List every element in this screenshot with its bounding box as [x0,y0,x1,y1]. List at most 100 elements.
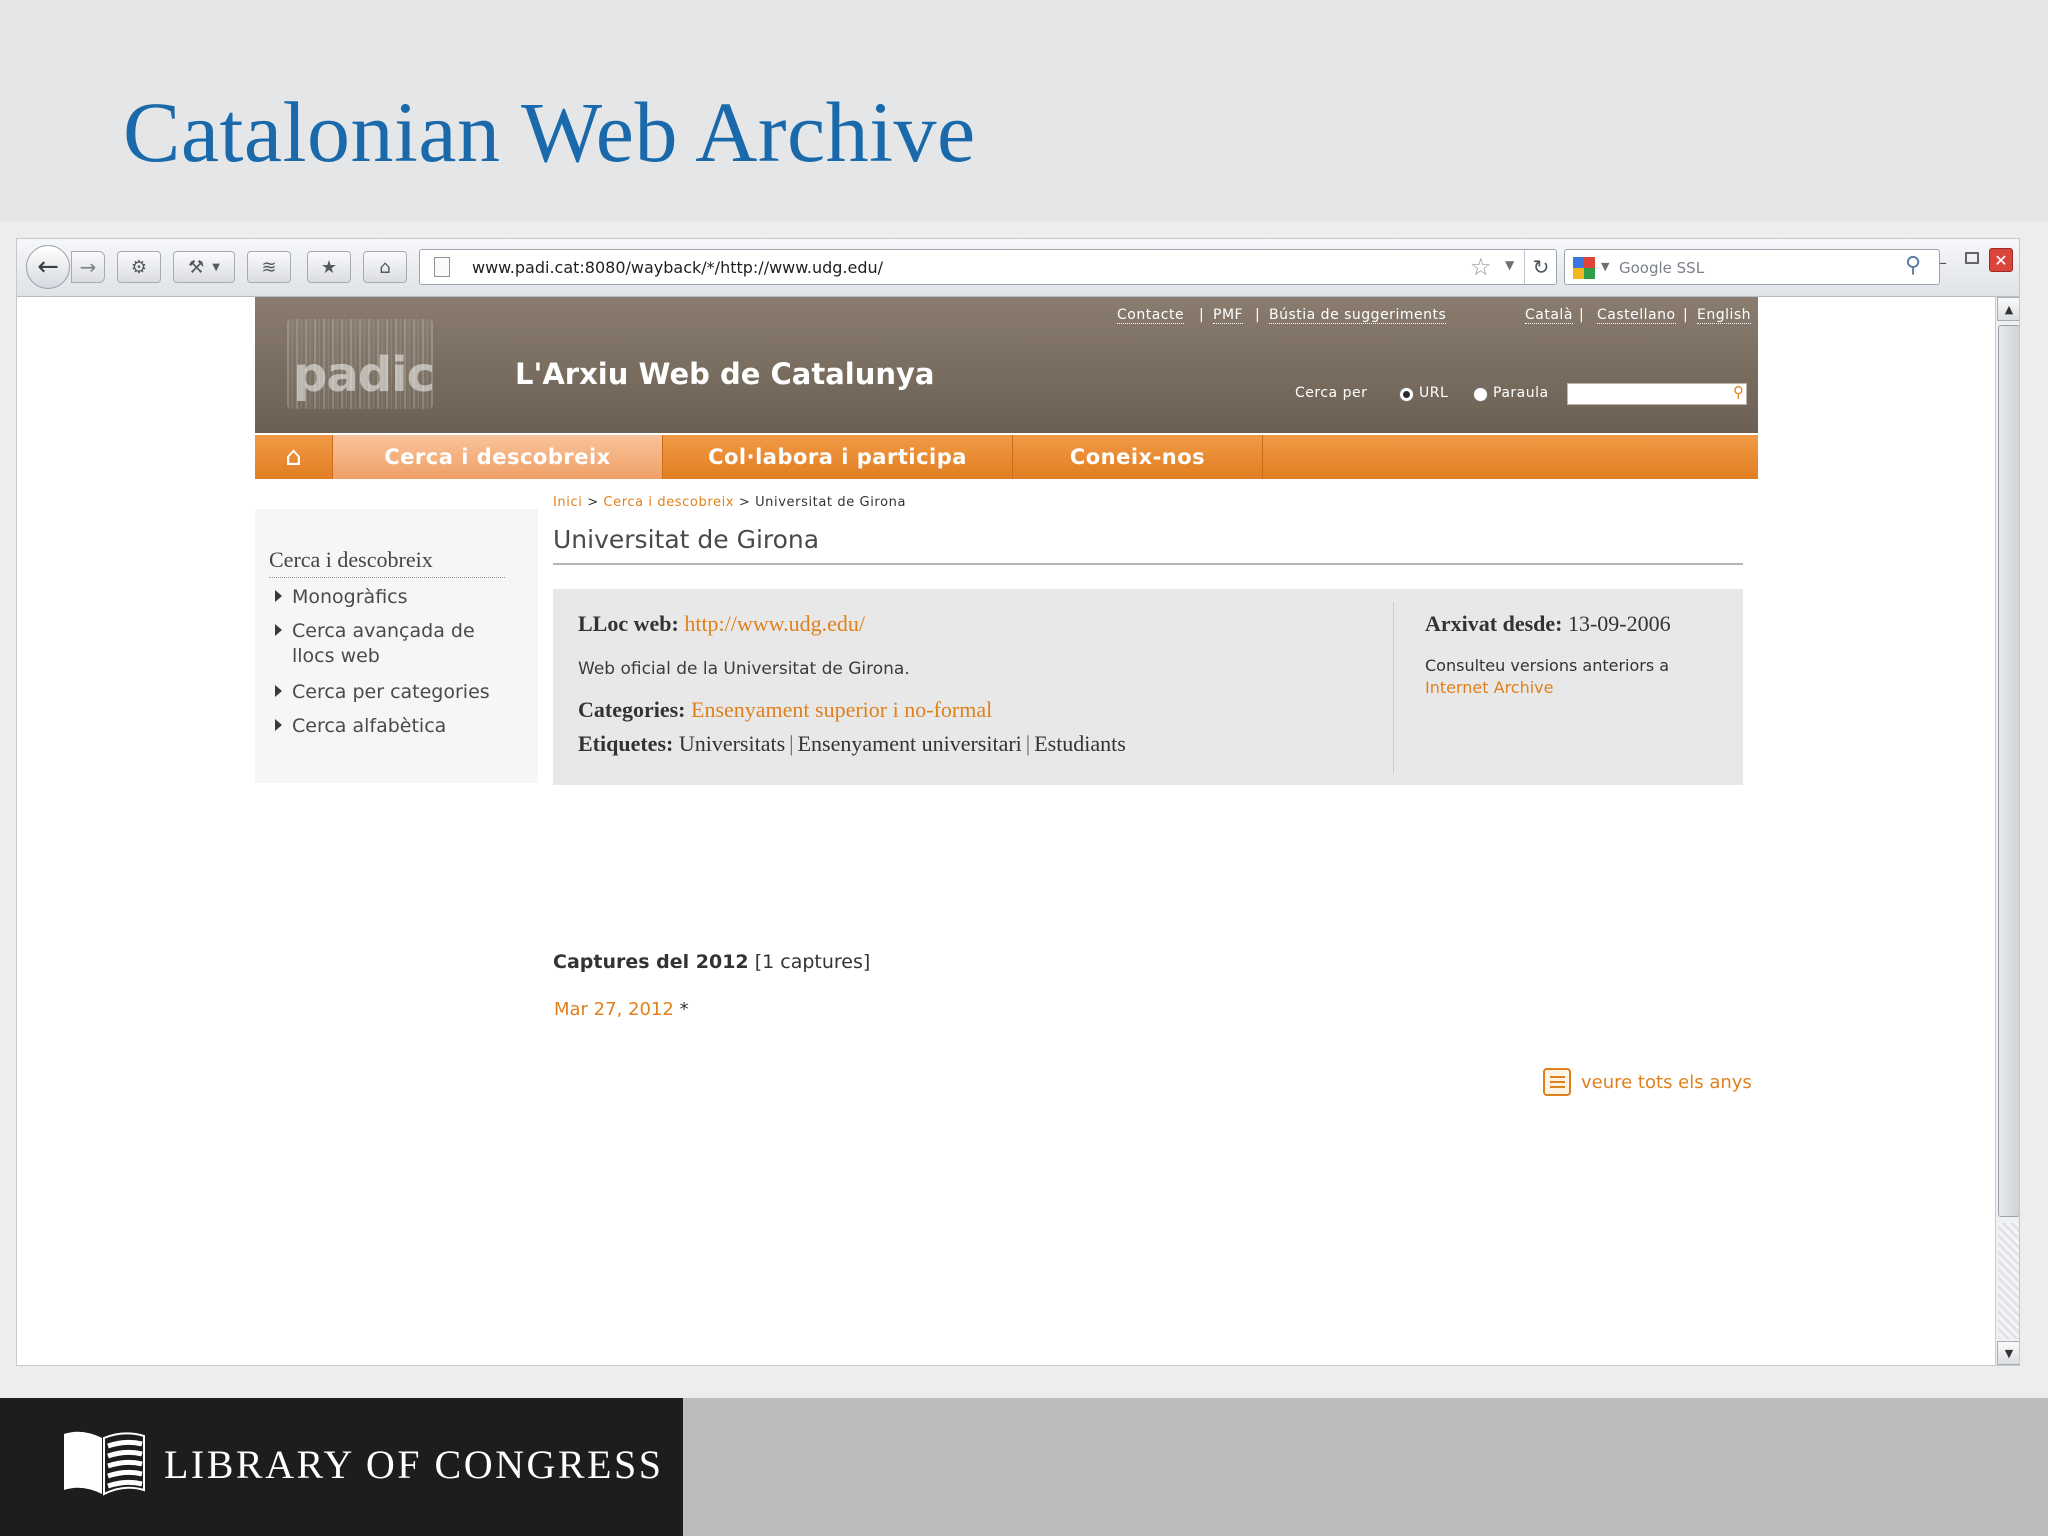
scroll-track[interactable] [1998,1223,2019,1339]
breadcrumb-current: Universitat de Girona [755,495,907,510]
minimize-button[interactable]: – [1939,253,1947,272]
site-search-icon[interactable]: ⚲ [1733,383,1744,401]
back-button[interactable]: ← [26,245,70,289]
tag-link[interactable]: Universitats [679,731,785,756]
breadcrumb: Inici > Cerca i descobreix > Universitat… [553,495,906,510]
site-description: Web oficial de la Universitat de Girona. [578,659,910,679]
search-engine-chevron-icon[interactable]: ▼ [1601,260,1609,273]
archived-note-text: Consulteu versions anteriors a [1425,656,1670,675]
triangle-right-icon [275,685,282,697]
sidebar-item-advanced-search[interactable]: Cerca avançada de llocs web [275,619,515,669]
close-button[interactable]: ✕ [1989,248,2013,272]
lang-ca-link[interactable]: Català [1525,307,1573,324]
sidebar-item-alphabetical[interactable]: Cerca alfabètica [275,714,515,739]
util-separator: | [1683,307,1688,323]
reload-button[interactable]: ↻ [1524,250,1557,284]
capture-date-link[interactable]: Mar 27, 2012 [554,999,674,1020]
breadcrumb-separator: > [738,495,751,510]
addon-button[interactable]: ⚙ [117,251,161,283]
library-book-icon [64,1431,145,1496]
reload-icon: ↻ [1532,255,1550,279]
capture-marker: * [679,999,689,1020]
slide-title: Catalonian Web Archive [123,84,976,180]
triangle-right-icon [275,590,282,602]
url-bar[interactable]: www.padi.cat:8080/wayback/*/http://www.u… [419,249,1557,285]
scroll-up-button[interactable]: ▲ [1997,297,2019,321]
tags-line: Etiquetes: Universitats | Ensenyament univ… [578,731,1126,757]
tag-link[interactable]: Ensenyament universitari [798,731,1022,756]
site-url-line: LLoc web: http://www.udg.edu/ [578,611,865,637]
magnifier-icon[interactable]: ⚲ [1905,253,1921,278]
all-years-label: veure tots els anys [1581,1071,1752,1093]
bookmarks-button[interactable]: ★ [307,251,351,283]
chevron-down-icon: ▼ [212,261,220,273]
contact-link[interactable]: Contacte [1117,307,1185,324]
site-url-link[interactable]: http://www.udg.edu/ [684,611,865,636]
site-label: LLoc web: [578,611,679,636]
page-icon [434,257,450,277]
sidebar-item-label: Cerca alfabètica [292,715,447,737]
search-placeholder[interactable]: Google SSL [1619,259,1704,277]
radio-url[interactable] [1399,387,1414,402]
padicat-logo[interactable]: padicat [287,319,433,409]
sidebar-item-categories[interactable]: Cerca per categories [275,680,515,705]
arrow-right-icon: → [79,255,97,279]
sidebar-title: Cerca i descobreix [269,547,433,572]
tag-separator: | [1025,731,1031,756]
capture-entry: Mar 27, 2012 * [554,999,689,1020]
menu-home-button[interactable]: ⌂ [255,435,333,479]
footer-right-panel [683,1398,2048,1536]
tags-label: Etiquetes: [578,731,674,756]
rss-button[interactable]: ≋ [247,251,291,283]
vertical-scrollbar[interactable]: ▲ ▼ [1995,297,2019,1365]
restore-button[interactable] [1965,252,1979,264]
tools-dropdown-button[interactable]: ⚒ ▼ [173,251,235,283]
sidebar-item-monographics[interactable]: Monogràfics [275,585,515,610]
triangle-down-icon: ▼ [2004,1346,2014,1360]
home-icon: ⌂ [285,442,302,472]
breadcrumb-home-link[interactable]: Inici [553,495,582,510]
forward-button[interactable]: → [71,251,105,283]
internet-archive-link[interactable]: Internet Archive [1425,678,1553,697]
util-separator: | [1579,307,1584,323]
menu-item-search[interactable]: Cerca i descobreix [333,435,663,479]
lang-es-link[interactable]: Castellano [1597,307,1676,324]
scroll-down-button[interactable]: ▼ [1997,1341,2019,1365]
lang-en-link[interactable]: English [1697,307,1752,324]
home-button[interactable]: ⌂ [363,251,407,283]
breadcrumb-section-link[interactable]: Cerca i descobreix [603,495,734,510]
radio-url-label[interactable]: URL [1419,385,1448,401]
search-by-label: Cerca per [1295,385,1368,401]
gear-icon: ⚙ [130,256,148,278]
list-icon [1543,1068,1571,1096]
google-icon[interactable] [1573,257,1595,279]
radio-word[interactable] [1473,387,1488,402]
category-link[interactable]: Ensenyament superior i no-formal [691,697,992,722]
categories-line: Categories: Ensenyament superior i no-fo… [578,697,992,723]
faq-link[interactable]: PMF [1213,307,1244,324]
wrench-icon: ⚒ [188,256,205,278]
menu-item-about[interactable]: Coneix-nos [1013,435,1263,479]
archived-label: Arxivat desde: [1425,611,1563,636]
menu-item-collaborate[interactable]: Col·labora i participa [663,435,1013,479]
captures-year-label: Captures del 2012 [553,951,749,973]
site-search-input[interactable] [1567,383,1747,405]
arrow-left-icon: ← [37,252,59,282]
radio-word-label[interactable]: Paraula [1493,385,1549,401]
triangle-right-icon [275,624,282,636]
scroll-thumb[interactable] [1998,325,2019,1217]
star-icon[interactable]: ☆ [1470,253,1492,281]
browser-search-bar[interactable]: ▼ Google SSL ⚲ [1564,249,1940,285]
sidebar-item-label: Monogràfics [292,586,408,608]
tag-link[interactable]: Estudiants [1034,731,1126,756]
captures-count: [1 captures] [754,951,871,973]
home-icon: ⌂ [379,256,391,278]
captures-heading: Captures del 2012 [1 captures] [553,951,870,973]
all-years-link[interactable]: veure tots els anys [1543,1067,1752,1097]
url-text[interactable]: www.padi.cat:8080/wayback/*/http://www.u… [472,258,883,277]
library-of-congress-wordmark: LIBRARY OF CONGRESS [164,1442,664,1487]
site-name: L'Arxiu Web de Catalunya [515,357,935,391]
url-history-chevron-icon[interactable]: ▼ [1505,258,1514,272]
suggestions-link[interactable]: Bústia de suggeriments [1269,307,1447,324]
close-icon: ✕ [1994,250,2008,270]
